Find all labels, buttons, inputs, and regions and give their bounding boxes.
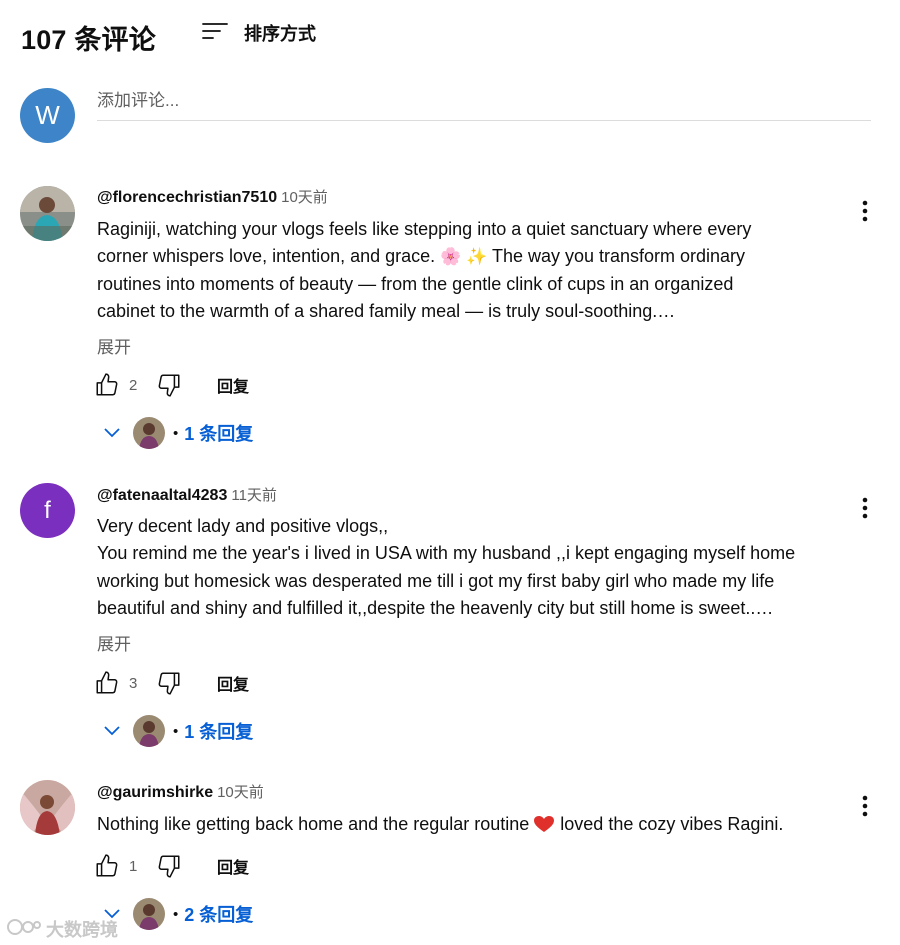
comment-author[interactable]: @fatenaaltal4283 [97, 487, 227, 504]
sort-button[interactable]: 排序方式 [201, 18, 316, 48]
separator-dot: • [173, 722, 179, 740]
comment-text-line: beautiful and shiny and fulfilled it,,de… [97, 598, 774, 619]
replies-count-label: 1 条回复 [184, 722, 254, 742]
sort-label: 排序方式 [244, 24, 316, 44]
comment-text-line: Nothing like getting back home and the r… [97, 814, 530, 834]
creator-avatar [133, 715, 165, 747]
like-icon[interactable] [93, 852, 121, 880]
like-icon[interactable] [93, 669, 121, 697]
like-count: 3 [129, 674, 138, 692]
more-vert-icon [862, 497, 868, 524]
comment-author-avatar[interactable]: f [20, 483, 75, 538]
reply-button[interactable]: 回复 [217, 373, 249, 397]
comment-author[interactable]: @florencechristian7510 [97, 189, 277, 206]
comment-text-line: Very decent lady and positive vlogs,, [97, 516, 389, 536]
comment-actions: 2 回复 [93, 370, 249, 400]
dislike-icon[interactable] [155, 669, 183, 697]
reply-button[interactable]: 回复 [217, 854, 249, 878]
dislike-icon[interactable] [155, 371, 183, 399]
comment-author-avatar[interactable] [20, 186, 75, 241]
chevron-down-icon [101, 720, 123, 742]
comment-meta: @fatenaaltal4283 11天前 [97, 485, 277, 507]
comment-actions: 1 回复 [93, 851, 249, 881]
comment-text-line: corner whispers love, intention, and gra… [97, 246, 436, 267]
chevron-down-icon [101, 422, 123, 444]
comment-meta: @florencechristian7510 10天前 [97, 187, 328, 209]
comment-time[interactable]: 11天前 [231, 487, 277, 504]
comment-text: Nothing like getting back home and the r… [97, 811, 857, 838]
comment-meta: @gaurimshirke 10天前 [97, 782, 264, 804]
comment-text-line: The way you transform ordinary [491, 246, 746, 267]
comment-emoji: 🌸 ✨ [440, 247, 488, 267]
like-count: 1 [129, 857, 138, 875]
heart-icon [529, 814, 555, 834]
separator-dot: • [173, 905, 179, 923]
like-count: 2 [129, 376, 138, 394]
add-comment-input[interactable]: 添加评论... [97, 88, 871, 121]
comment-text-line: routines into moments of beauty — from t… [97, 273, 734, 294]
watermark: 大数跨境 [6, 916, 118, 942]
expand-button[interactable]: 展开 [97, 333, 131, 358]
replies-count-label: 1 条回复 [184, 424, 254, 444]
watermark-text: 大数跨境 [46, 920, 118, 940]
comment-time[interactable]: 10天前 [281, 189, 328, 206]
separator-dot: • [173, 424, 179, 442]
creator-avatar [133, 417, 165, 449]
replies-toggle[interactable]: • 1 条回复 [101, 714, 253, 748]
replies-toggle[interactable]: • 1 条回复 [101, 416, 253, 450]
comment-text: Very decent lady and positive vlogs,, Yo… [97, 513, 857, 623]
creator-avatar [133, 898, 165, 930]
comment-text-line: You remind me the year's i lived in USA … [97, 543, 796, 564]
comment-count-title: 107 条评论 [21, 25, 156, 55]
comment-text-line: Raginiji, watching your vlogs feels like… [97, 219, 752, 239]
comment-actions: 3 回复 [93, 668, 249, 698]
replies-count-label: 2 条回复 [184, 905, 254, 925]
replies-toggle[interactable]: • 2 条回复 [101, 897, 253, 931]
more-vert-icon [862, 200, 868, 227]
comment-text-line: cabinet to the warmth of a shared family… [97, 301, 676, 322]
comment-author-avatar[interactable] [20, 780, 75, 835]
comment-author[interactable]: @gaurimshirke [97, 784, 213, 801]
more-vert-icon [862, 795, 868, 822]
expand-button[interactable]: 展开 [97, 630, 131, 655]
sort-icon [201, 20, 229, 47]
current-user-avatar: W [20, 88, 75, 143]
comment-time[interactable]: 10天前 [217, 784, 264, 801]
watermark-logo-icon [6, 917, 42, 942]
comment-text-line: working but homesick was desperated me t… [97, 570, 775, 591]
dislike-icon[interactable] [155, 852, 183, 880]
reply-button[interactable]: 回复 [217, 671, 249, 695]
comment-text-line: loved the cozy vibes Ragini. [555, 814, 784, 834]
like-icon[interactable] [93, 371, 121, 399]
comment-text: Raginiji, watching your vlogs feels like… [97, 216, 857, 326]
